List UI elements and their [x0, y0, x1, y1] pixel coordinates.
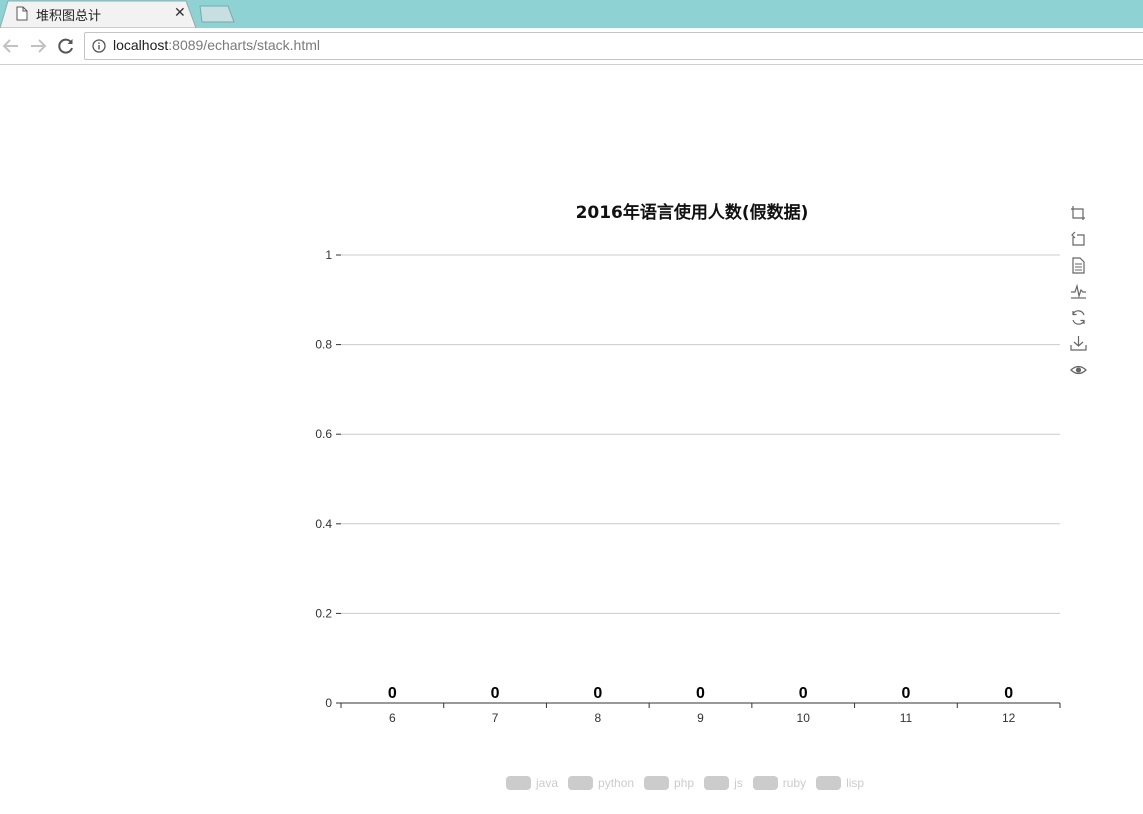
- data-view-icon[interactable]: [1068, 252, 1088, 278]
- total-label: 0: [799, 685, 808, 702]
- save-image-icon[interactable]: [1068, 330, 1088, 356]
- x-tick-label: 6: [389, 711, 396, 725]
- y-tick-label: 1: [325, 248, 332, 262]
- legend-swatch: [704, 776, 730, 790]
- total-label: 0: [1004, 685, 1013, 702]
- y-tick-label: 0.2: [315, 606, 332, 620]
- stacked-bar-chart: 0 0.2 0.4 0.6 0.8 1 6 0 7 0 8 0 9 0 10 0 11 0 12 0: [315, 248, 1061, 725]
- y-tick-label: 0.8: [315, 338, 332, 352]
- total-label: 0: [593, 685, 602, 702]
- legend-label: php: [674, 776, 695, 790]
- legend-label: ruby: [782, 776, 807, 790]
- legend-swatch: [644, 776, 670, 790]
- legend-swatch: [568, 776, 594, 790]
- legend-swatch: [506, 776, 531, 790]
- legend-label: js: [734, 776, 743, 790]
- legend-item-php[interactable]: php: [644, 776, 694, 790]
- legend-label: python: [598, 776, 635, 790]
- y-tick-label: 0: [325, 696, 332, 710]
- x-tick-label: 12: [1002, 711, 1016, 725]
- x-tick-label: 7: [492, 711, 499, 725]
- zoom-reset-icon[interactable]: [1068, 226, 1088, 252]
- x-tick-label: 11: [900, 711, 913, 725]
- total-label: 0: [901, 685, 910, 702]
- legend-swatch: [816, 776, 842, 790]
- chart-toolbox: [1068, 200, 1088, 382]
- y-tick-label: 0.4: [315, 517, 332, 531]
- legend-item-js[interactable]: js: [704, 776, 743, 790]
- restore-icon[interactable]: [1068, 304, 1088, 330]
- legend-label: lisp: [846, 776, 865, 790]
- legend-item-java[interactable]: java: [506, 776, 558, 790]
- total-label: 0: [696, 685, 705, 702]
- legend-swatch: [752, 776, 778, 790]
- y-tick-label: 0.6: [315, 427, 332, 441]
- total-label: 0: [388, 685, 397, 702]
- legend-item-lisp[interactable]: lisp: [816, 776, 864, 790]
- legend-label: java: [536, 776, 559, 790]
- legend-item-python[interactable]: python: [568, 776, 634, 790]
- line-chart-icon[interactable]: [1068, 278, 1088, 304]
- x-tick-label: 8: [594, 711, 601, 725]
- chart-legend: java python php js ruby lisp: [506, 775, 874, 793]
- x-tick-label: 9: [697, 711, 704, 725]
- legend-item-ruby[interactable]: ruby: [752, 776, 807, 790]
- total-label: 0: [491, 685, 500, 702]
- zoom-icon[interactable]: [1068, 200, 1088, 226]
- eye-icon[interactable]: [1068, 356, 1088, 382]
- x-tick-label: 10: [797, 711, 811, 725]
